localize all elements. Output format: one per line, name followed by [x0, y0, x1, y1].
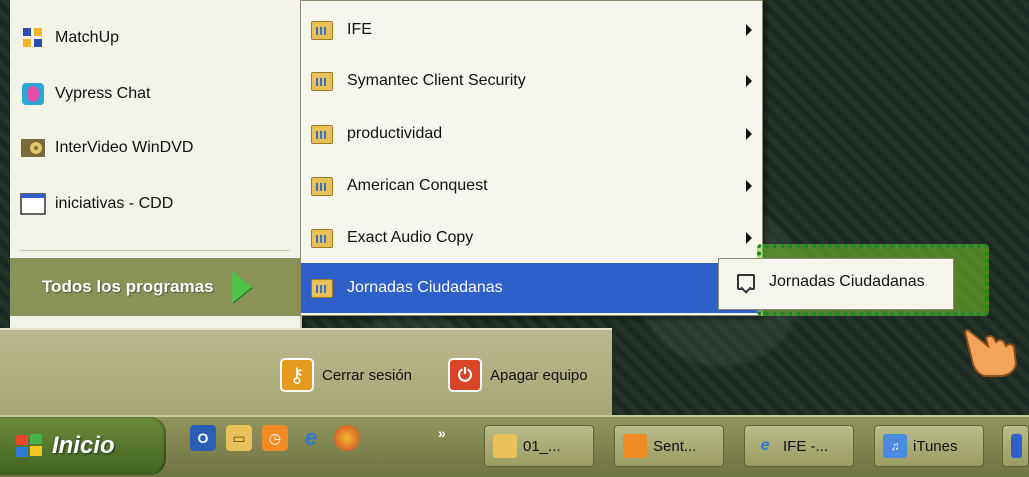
internet-explorer-icon[interactable]: e [298, 425, 324, 451]
all-programs-label: Todos los programas [42, 277, 214, 296]
vypress-chat-icon [20, 81, 46, 107]
taskbar-button-partial[interactable] [1002, 425, 1029, 467]
programs-menu: IFE Symantec Client Security productivid… [300, 0, 763, 316]
pinned-item-windvd[interactable]: InterVideo WinDVD [20, 128, 193, 168]
taskbar-button-sent[interactable]: Sent... [614, 425, 724, 467]
window-icon [1011, 434, 1022, 458]
taskbar-button-label: 01_... [523, 437, 561, 455]
matchup-icon [20, 25, 46, 51]
pinned-item-iniciativas[interactable]: iniciativas - CDD [20, 184, 173, 224]
submenu-item-label: Jornadas Ciudadanas [769, 273, 925, 290]
internet-explorer-icon: e [760, 437, 770, 454]
folder-icon [311, 176, 333, 196]
itunes-icon: ♫ [883, 434, 907, 458]
folder-icon [311, 20, 333, 40]
separator [20, 250, 290, 251]
menu-item-ife[interactable]: IFE [301, 5, 762, 55]
quick-launch-bar: O ▭ ◷ e [190, 425, 360, 451]
menu-item-productividad[interactable]: productividad [301, 109, 762, 159]
hand-pointer-icon [964, 328, 1018, 377]
folder-icon [311, 228, 333, 248]
all-programs-button[interactable]: Todos los programas [10, 258, 300, 316]
folder-icon [311, 124, 333, 144]
menu-item-symantec[interactable]: Symantec Client Security [301, 56, 762, 106]
folder-icon[interactable]: ▭ [226, 425, 252, 451]
outlook-icon[interactable]: O [190, 425, 216, 451]
menu-item-label: Symantec Client Security [347, 72, 526, 89]
taskbar-button-itunes[interactable]: ♫ iTunes [874, 425, 984, 467]
jornadas-submenu: Jornadas Ciudadanas [718, 258, 954, 310]
menu-item-jornadas-ciudadanas[interactable]: Jornadas Ciudadanas [301, 263, 762, 313]
start-label: Inicio [52, 432, 115, 459]
menu-item-label: Exact Audio Copy [347, 229, 474, 246]
pinned-item-label: MatchUp [55, 29, 120, 46]
taskbar-button-label: iTunes [913, 437, 958, 455]
folder-icon [493, 434, 517, 458]
key-icon: ⚷ [280, 358, 314, 392]
submenu-arrow-icon [746, 24, 752, 36]
folder-icon [311, 278, 333, 298]
submenu-arrow-icon [746, 128, 752, 140]
shutdown-label: Apagar equipo [490, 366, 588, 384]
green-arrow-icon [231, 271, 252, 303]
folder-icon [311, 71, 333, 91]
firefox-icon[interactable] [334, 425, 360, 451]
submenu-arrow-icon [746, 75, 752, 87]
menu-item-label: Jornadas Ciudadanas [347, 279, 503, 296]
pinned-item-matchup[interactable]: MatchUp [20, 18, 119, 58]
menu-item-exact-audio-copy[interactable]: Exact Audio Copy [301, 213, 762, 263]
pinned-item-label: Vypress Chat [55, 85, 151, 102]
submenu-arrow-icon [746, 180, 752, 192]
pinned-item-label: iniciativas - CDD [55, 195, 174, 212]
submenu-arrow-icon [746, 232, 752, 244]
clock-icon [623, 434, 647, 458]
submenu-item-jornadas-ciudadanas[interactable]: Jornadas Ciudadanas [737, 273, 925, 291]
menu-item-american-conquest[interactable]: American Conquest [301, 161, 762, 211]
menu-item-label: productividad [347, 125, 443, 142]
taskbar-button-label: Sent... [653, 437, 697, 455]
power-icon: ⏻ [448, 358, 482, 392]
window-icon [20, 191, 46, 217]
clock-icon[interactable]: ◷ [262, 425, 288, 451]
shortcut-icon [737, 274, 755, 290]
taskbar-button-ife[interactable]: e IFE -... [744, 425, 854, 467]
logout-label: Cerrar sesión [322, 366, 413, 384]
taskbar-button-label: IFE -... [783, 437, 828, 455]
menu-item-label: IFE [347, 21, 372, 38]
taskbar-button-folder[interactable]: 01_... [484, 425, 594, 467]
pinned-item-vypress-chat[interactable]: Vypress Chat [20, 74, 150, 114]
start-button[interactable]: Inicio [0, 417, 166, 475]
shutdown-button[interactable]: ⏻ Apagar equipo [448, 355, 588, 395]
logout-button[interactable]: ⚷ Cerrar sesión [280, 355, 412, 395]
windows-flag-icon [14, 431, 44, 461]
chevron-right-icon[interactable]: » [438, 425, 446, 441]
menu-item-label: American Conquest [347, 177, 488, 194]
windvd-icon [20, 135, 46, 161]
pinned-item-label: InterVideo WinDVD [55, 139, 194, 156]
